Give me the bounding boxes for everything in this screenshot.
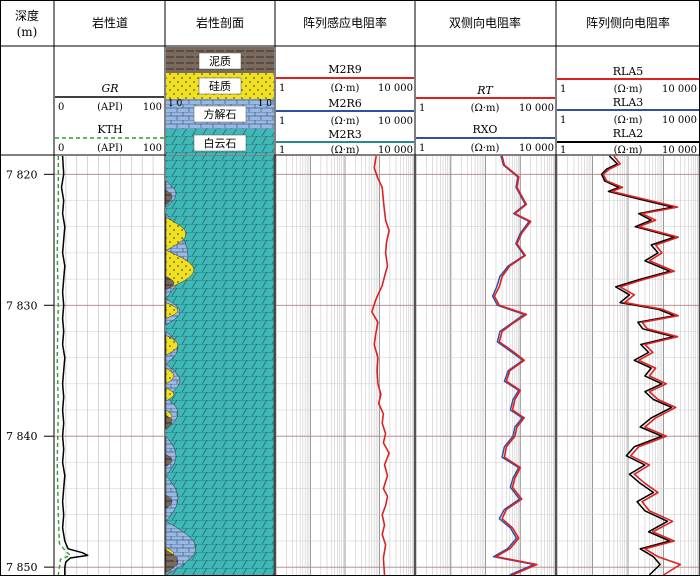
- rxo-unit: (Ω·m): [471, 143, 500, 154]
- rxo-max: 10 000: [519, 143, 554, 154]
- m2r9-min: 1: [279, 83, 285, 94]
- rla5-max: 10 000: [662, 84, 697, 95]
- m2r3-unit: (Ω·m): [331, 145, 360, 156]
- kth-max: 100: [143, 143, 162, 154]
- legend-label-mud: 泥质: [209, 55, 231, 68]
- kth-curve-name: KTH: [97, 123, 122, 136]
- rla2-name: RLA2: [613, 127, 644, 140]
- rxo-curve: [491, 155, 535, 576]
- array-lateral-header: RLA5 1 (Ω·m) 10 000 RLA3 1 (Ω·m) 10 000 …: [557, 65, 699, 156]
- gr-curve: [60, 155, 89, 575]
- m2r6-name: M2R6: [328, 97, 362, 110]
- inset-tick-left: 1 0: [168, 99, 183, 109]
- m2r9-max: 10 000: [378, 83, 413, 94]
- m2r3-min: 1: [279, 145, 285, 156]
- m2r9-name: M2R9: [328, 63, 362, 76]
- rla2-max: 10 000: [662, 145, 697, 156]
- depth-tick-label: 7 820: [6, 168, 38, 181]
- kth-unit: (API): [97, 143, 123, 154]
- gr-min: 0: [58, 102, 64, 113]
- track-title-lithology-log: 岩性道: [92, 15, 128, 30]
- gr-header: GR 0 (API) 100 KTH 0 (API) 100: [55, 82, 164, 154]
- m2r6-unit: (Ω·m): [331, 116, 360, 127]
- m2r3-name: M2R3: [328, 128, 362, 141]
- track-title-array-lateral: 阵列侧向电阻率: [586, 15, 670, 30]
- depth-tick-layer: 7 820 7 830 7 840 7 850: [6, 168, 54, 574]
- m2r9-unit: (Ω·m): [331, 83, 360, 94]
- depth-tick-label: 7 830: [6, 299, 38, 312]
- rla3-max: 10 000: [662, 115, 697, 126]
- depth-axis-title-1: 深度: [15, 8, 39, 23]
- legend-label-dol: 白云石: [204, 136, 237, 150]
- track-title-laterolog: 双侧向电阻率: [449, 15, 521, 30]
- rt-max: 10 000: [519, 103, 554, 114]
- m2r6-max: 10 000: [378, 116, 413, 127]
- m2r6-min: 1: [279, 116, 285, 127]
- rla5-min: 1: [560, 84, 566, 95]
- well-log-chart: 深度 (m) 岩性道 岩性剖面 阵列感应电阻率 双侧向电阻率 阵列侧向电阻率 G…: [0, 0, 700, 576]
- legend-label-sil: 硅质: [209, 80, 231, 93]
- rt-name: RT: [476, 84, 494, 97]
- depth-axis-title-2: (m): [17, 25, 38, 39]
- gr-max: 100: [143, 102, 162, 113]
- rla3-min: 1: [560, 115, 566, 126]
- track-title-lithology-profile: 岩性剖面: [196, 15, 244, 30]
- m2r3-max: 10 000: [378, 145, 413, 156]
- gr-curve-name: GR: [101, 82, 118, 95]
- depth-tick-label: 7 840: [6, 430, 38, 443]
- rt-unit: (Ω·m): [471, 103, 500, 114]
- track-title-induction: 阵列感应电阻率: [303, 15, 387, 30]
- rxo-name: RXO: [473, 123, 498, 136]
- lithology-profile-layer: [165, 156, 275, 576]
- rla5-unit: (Ω·m): [614, 84, 643, 95]
- kth-min: 0: [58, 143, 64, 154]
- legend-label-cal: 方解石: [204, 107, 237, 121]
- lithology-dolomite-bed: [166, 156, 274, 575]
- gr-unit: (API): [97, 102, 123, 113]
- rla2-unit: (Ω·m): [614, 145, 643, 156]
- depth-tick-label: 7 850: [6, 561, 38, 574]
- induction-header: M2R9 1 (Ω·m) 10 000 M2R6 1 (Ω·m) 10 000 …: [276, 63, 414, 156]
- rla5-name: RLA5: [613, 65, 644, 78]
- laterolog-header: RT 1 (Ω·m) 10 000 RXO 1 (Ω·m) 10 000: [416, 84, 555, 154]
- rla2-min: 1: [560, 145, 566, 156]
- rla3-unit: (Ω·m): [614, 115, 643, 126]
- lithology-legend: 泥质 硅质 方解石 白云石 1 0 1 0: [166, 47, 274, 155]
- rt-min: 1: [419, 103, 425, 114]
- rla3-name: RLA3: [613, 96, 644, 109]
- rxo-min: 1: [419, 143, 425, 154]
- inset-tick-right: 1 0: [258, 99, 273, 109]
- rla5-curve: [602, 155, 682, 576]
